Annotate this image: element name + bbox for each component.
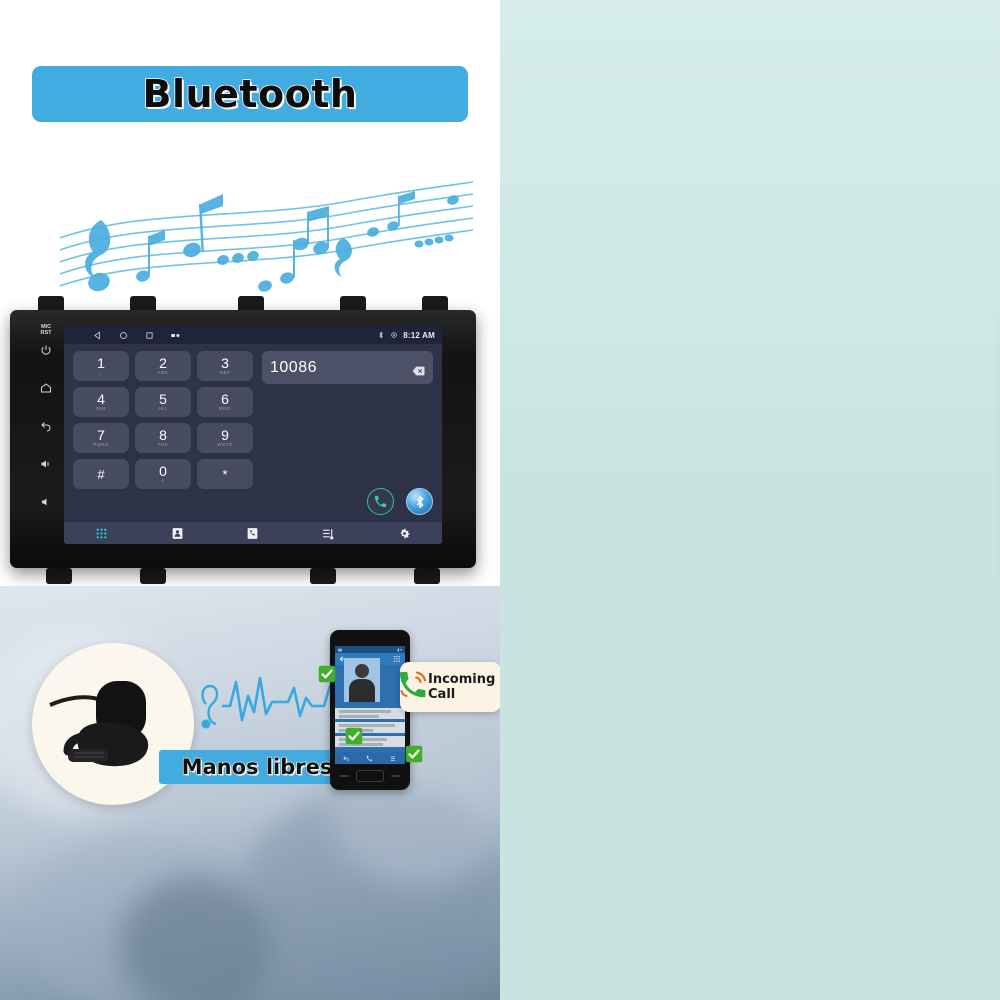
- bluetooth-button[interactable]: [406, 488, 433, 515]
- tab-contacts[interactable]: [170, 526, 184, 540]
- status-clock: 8:12 AM: [403, 330, 435, 340]
- hardware-side-keys: MIC RST: [32, 324, 60, 546]
- recents-icon[interactable]: [145, 331, 154, 340]
- call-button[interactable]: [367, 488, 394, 515]
- power-icon[interactable]: [38, 342, 54, 358]
- phone-home-button: [356, 770, 384, 782]
- dial-key-6[interactable]: 6 MNO: [197, 387, 253, 417]
- contact-avatar: [344, 658, 380, 702]
- call-icon: [374, 495, 387, 508]
- bluetooth-icon: [416, 495, 423, 508]
- reply-icon: [343, 755, 349, 761]
- music-staff-decoration: [59, 181, 474, 292]
- tab-dialpad[interactable]: [95, 526, 109, 540]
- menu-icon: [390, 755, 395, 761]
- mic-reset-label: MIC RST: [40, 324, 52, 336]
- home-icon[interactable]: [119, 331, 128, 340]
- phone-number-field[interactable]: 10086: [262, 351, 433, 384]
- dial-key-5[interactable]: 5 JKL: [135, 387, 191, 417]
- heading-bluetooth-label: Bluetooth: [142, 71, 358, 117]
- phone-icon: [367, 755, 373, 761]
- volume-down-icon[interactable]: [38, 494, 54, 510]
- bluetooth-tab-bar[interactable]: [64, 522, 442, 544]
- tab-call-log[interactable]: [246, 526, 260, 540]
- dialer-body: 1 _ 2 ABC 3 DEF 4 GHI 5 JKL 6 MNO 7 PQRS…: [64, 344, 442, 522]
- product-marketing-image: Bluetooth MIC RST 8:12 AM 1 _ 2 ABC 3 DE…: [0, 0, 1000, 1000]
- phone-status-bar: ▮▮ ▮ ▾: [335, 646, 405, 653]
- tab-settings[interactable]: [397, 526, 411, 540]
- status-right-cluster: 8:12 AM: [377, 331, 435, 340]
- dial-key-7[interactable]: 7 PQRS: [73, 423, 129, 453]
- check-icon: [318, 665, 336, 683]
- smartphone-mockup: ▮▮ ▮ ▾: [330, 630, 410, 790]
- backspace-icon[interactable]: [412, 363, 425, 375]
- check-icon: [405, 745, 423, 763]
- check-icon: [345, 727, 363, 745]
- dial-key-0[interactable]: 0 +: [135, 459, 191, 489]
- grid-icon: [394, 656, 400, 662]
- dialer-action-buttons[interactable]: [262, 488, 433, 522]
- back-icon[interactable]: [38, 418, 54, 434]
- phone-nav-bar: [335, 752, 405, 764]
- ringing-phone-icon: [400, 671, 426, 698]
- dial-key-2[interactable]: 2 ABC: [135, 351, 191, 381]
- location-icon: [391, 332, 397, 338]
- dialpad-keys[interactable]: 1 _ 2 ABC 3 DEF 4 GHI 5 JKL 6 MNO 7 PQRS…: [73, 351, 253, 522]
- dial-key-8[interactable]: 8 TUV: [135, 423, 191, 453]
- android-nav-icons[interactable]: [93, 330, 180, 340]
- dial-key-9[interactable]: 9 WXYZ: [197, 423, 253, 453]
- dial-key-4[interactable]: 4 GHI: [73, 387, 129, 417]
- screenshot-icon[interactable]: [171, 331, 180, 340]
- phone-number-value: 10086: [270, 358, 317, 376]
- home-icon[interactable]: [38, 380, 54, 396]
- dial-key-hash[interactable]: #: [73, 459, 129, 489]
- dial-key-star[interactable]: *: [197, 459, 253, 489]
- dialer-right-column: 10086: [262, 351, 433, 522]
- tab-playlist[interactable]: [322, 526, 336, 540]
- bluetooth-panel: Bluetooth MIC RST 8:12 AM 1 _ 2 ABC 3 DE…: [0, 0, 500, 1000]
- dial-key-3[interactable]: 3 DEF: [197, 351, 253, 381]
- fm-radio-panel: FM Radio MIC RST: [500, 0, 1000, 1000]
- heading-bluetooth: Bluetooth: [32, 66, 468, 122]
- bluetooth-head-unit: MIC RST 8:12 AM 1 _ 2 ABC 3 DEF 4 GHI 5 …: [10, 296, 476, 586]
- android-status-bar: 8:12 AM: [64, 326, 442, 344]
- back-icon[interactable]: [93, 330, 102, 340]
- bluetooth-screen: 8:12 AM 1 _ 2 ABC 3 DEF 4 GHI 5 JKL 6 MN…: [64, 326, 442, 544]
- incoming-call-text: Incoming Call: [428, 672, 496, 702]
- manos-libres-label: Manos libres: [181, 754, 333, 779]
- bluetooth-icon: [379, 331, 384, 339]
- volume-up-icon[interactable]: [38, 456, 54, 472]
- phone-list-row: [335, 708, 405, 719]
- dial-key-1[interactable]: 1 _: [73, 351, 129, 381]
